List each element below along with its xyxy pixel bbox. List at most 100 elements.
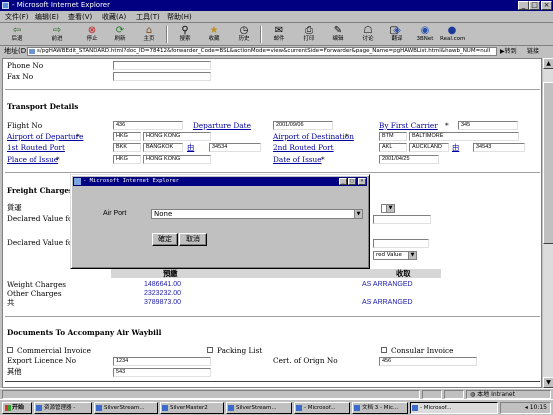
cert-origin-label: Cert. of Orign No: [273, 356, 338, 365]
task-silverstream-2[interactable]: SilverStream...: [226, 402, 292, 414]
airport-destination-code-input[interactable]: BTM: [379, 132, 407, 141]
menu-file[interactable]: 文件(F): [5, 12, 29, 22]
first-carrier-input[interactable]: 345: [458, 121, 518, 130]
airport-destination-link[interactable]: Airport of Destination: [273, 132, 354, 141]
export-licence-input[interactable]: 1234: [113, 357, 211, 366]
folder-icon: [36, 405, 42, 411]
back-button[interactable]: ⇦ 后退: [5, 24, 29, 45]
fax-input[interactable]: [113, 72, 211, 81]
first-routed-code-input[interactable]: BKK: [113, 143, 141, 152]
total-collect-value: AS ARRANGED: [362, 299, 413, 306]
3bnet-button[interactable]: ◉ 3BNet: [413, 24, 437, 45]
place-issue-name-input[interactable]: HONG KONG: [143, 155, 211, 164]
dialog-maximize-button[interactable]: □: [348, 178, 356, 185]
vertical-scrollbar[interactable]: ▲ ▼: [542, 58, 553, 388]
ok-button[interactable]: 確定: [152, 233, 178, 246]
task-ie-active[interactable]: - Microsof...: [410, 402, 498, 414]
consular-invoice-checkbox[interactable]: [381, 347, 387, 353]
chevron-down-icon: ▼: [386, 205, 394, 212]
history-button[interactable]: ◷ 历史: [232, 24, 256, 45]
home-button[interactable]: ⌂ 主页: [137, 24, 161, 45]
ie-logo-icon: [2, 2, 9, 9]
address-url: s/pgHAWBEdit_STANDARD.html?doc_ID=78412&…: [37, 48, 491, 54]
menu-view[interactable]: 查看(V): [68, 12, 92, 22]
declared-carriage-input[interactable]: [373, 215, 431, 224]
airport-select[interactable]: None ▼: [151, 209, 363, 219]
task-silverstream-1[interactable]: SilverStream...: [94, 402, 158, 414]
first-routed-by-link[interactable]: 由: [187, 143, 194, 152]
first-routed-port-link[interactable]: 1st Routed Port: [7, 143, 65, 152]
packing-list-checkbox[interactable]: [207, 347, 213, 353]
edit-button[interactable]: ✎ 编辑: [326, 24, 350, 45]
first-routed-name-input[interactable]: BANGKOK: [143, 143, 183, 152]
task-explorer[interactable]: 资源管理器 -: [34, 402, 92, 414]
menu-favorites[interactable]: 收藏(A): [102, 12, 126, 22]
departure-date-link[interactable]: Departure Date: [193, 121, 251, 130]
second-routed-number-input[interactable]: 34543: [473, 143, 525, 152]
forward-button[interactable]: ⇨ 前进: [45, 24, 69, 45]
go-button[interactable]: ▶转到: [500, 47, 524, 56]
first-routed-number-input[interactable]: 34534: [209, 143, 261, 152]
departure-date-input[interactable]: 2001/09/06: [273, 121, 333, 130]
menu-tools[interactable]: 工具(T): [136, 12, 160, 22]
task-word-doc[interactable]: 文档 3 - Mic...: [352, 402, 408, 414]
windows-logo-icon: [5, 405, 11, 411]
links-button[interactable]: 链接: [527, 47, 539, 56]
minimize-button[interactable]: _: [518, 1, 529, 10]
ie-logo-icon: [74, 178, 81, 185]
airport-label: Air Port: [103, 210, 127, 217]
first-carrier-link[interactable]: By First Carrier: [379, 121, 438, 130]
second-routed-by-link[interactable]: 由: [452, 143, 459, 152]
dialog-close-button[interactable]: ×: [358, 178, 366, 185]
app-icon: [228, 405, 234, 411]
commercial-invoice-checkbox[interactable]: [7, 347, 13, 353]
address-input[interactable]: s/pgHAWBEdit_STANDARD.html?doc_ID=78412&…: [27, 47, 497, 56]
place-issue-code-input[interactable]: HKG: [113, 155, 141, 164]
airport-destination-name-input[interactable]: BALTIMORE: [409, 132, 519, 141]
packing-list-label: Packing List: [217, 346, 263, 355]
phone-input[interactable]: [113, 61, 211, 70]
scroll-down-icon[interactable]: ▼: [543, 377, 553, 388]
start-button[interactable]: 开始: [2, 402, 32, 414]
discuss-button[interactable]: ☖ 讨论: [356, 24, 380, 45]
scroll-thumb[interactable]: [543, 82, 553, 244]
stop-button[interactable]: ⊗ 停止: [80, 24, 104, 45]
airport-departure-link[interactable]: Airport of Departure: [7, 132, 83, 141]
close-button[interactable]: ×: [541, 1, 552, 10]
place-of-issue-link[interactable]: Place of Issue: [7, 155, 58, 164]
task-silvermaster[interactable]: SilverMaster2: [160, 402, 224, 414]
task-ie-1[interactable]: - Microsof...: [294, 402, 350, 414]
dialog-minimize-button[interactable]: _: [339, 178, 347, 185]
scroll-up-icon[interactable]: ▲: [543, 58, 553, 69]
flight-input[interactable]: 436: [113, 121, 183, 130]
second-routed-name-input[interactable]: AUCKLAND: [409, 143, 449, 152]
date-of-issue-link[interactable]: Date of Issue: [273, 155, 322, 164]
second-routed-code-input[interactable]: AKL: [379, 143, 407, 152]
declared-value-select[interactable]: red Value ▼: [373, 251, 417, 260]
favorites-button[interactable]: ★ 收藏: [202, 24, 226, 45]
cancel-button[interactable]: 取消: [179, 233, 207, 246]
currency-select[interactable]: ▼: [381, 204, 395, 213]
cert-origin-input[interactable]: 456: [379, 357, 477, 366]
date-issue-input[interactable]: 2001/04/25: [379, 155, 439, 164]
declared-customs-input[interactable]: [373, 239, 429, 248]
mail-button[interactable]: ✉ 邮件: [267, 24, 291, 45]
toolbar-separator: [260, 26, 262, 43]
menu-help[interactable]: 帮助(H): [167, 12, 192, 22]
system-tray: ◂ 10:15: [500, 402, 551, 414]
other-document-input[interactable]: 543: [113, 368, 211, 377]
export-licence-label: Export Licence No: [7, 356, 77, 365]
translate-button[interactable]: ◈ 翻译: [385, 24, 409, 45]
airport-departure-name-input[interactable]: HONG KONG: [143, 132, 211, 141]
search-button[interactable]: ⚲ 搜索: [173, 24, 197, 45]
fax-label: Fax No: [7, 72, 34, 81]
home-icon: ⌂: [145, 25, 153, 36]
menu-edit[interactable]: 编辑(E): [35, 12, 59, 22]
refresh-button[interactable]: ⟳ 刷新: [108, 24, 132, 45]
airport-departure-code-input[interactable]: HKG: [113, 132, 141, 141]
second-routed-port-link[interactable]: 2nd Routed Port: [273, 143, 334, 152]
maximize-button[interactable]: □: [529, 1, 540, 10]
print-button[interactable]: ⎙ 打印: [297, 24, 321, 45]
real-button[interactable]: ● Real.com: [440, 24, 465, 45]
required-mark: *: [76, 132, 80, 141]
